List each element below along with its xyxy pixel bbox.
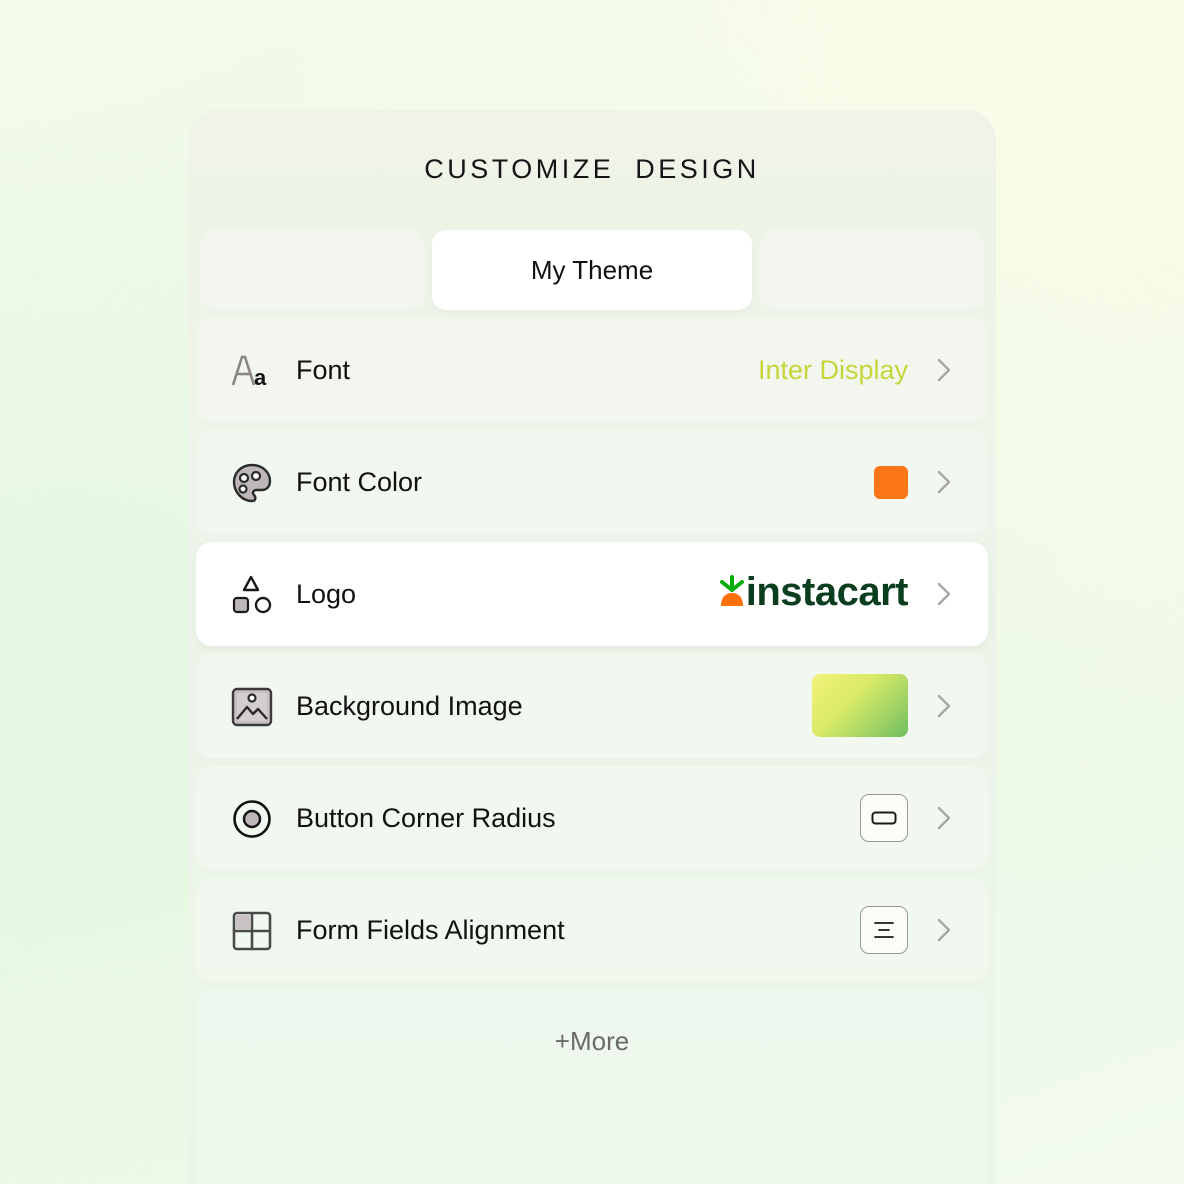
image-icon	[230, 686, 274, 728]
tab-label: My Theme	[530, 254, 654, 285]
setting-label: Button Corner Radius	[296, 803, 556, 833]
setting-label: Font Color	[296, 467, 423, 497]
corner-radius-preview[interactable]	[860, 794, 908, 842]
setting-label: Background Image	[296, 691, 523, 721]
page-title: CUSTOMIZE DESIGN	[424, 154, 760, 184]
setting-row-font-color[interactable]: Font Color	[196, 430, 988, 534]
chevron-right-icon	[932, 805, 954, 831]
carrot-icon	[719, 575, 744, 606]
setting-row-font[interactable]: a Font Inter Display	[196, 318, 988, 422]
setting-label: Form Fields Alignment	[296, 915, 565, 945]
rounded-rect-icon	[871, 811, 897, 825]
background-image-thumbnail[interactable]	[812, 674, 908, 737]
chevron-right-icon	[932, 581, 954, 607]
chevron-right-icon	[932, 357, 954, 383]
svg-text:a: a	[254, 365, 267, 388]
radio-target-icon	[230, 798, 274, 840]
tab-right[interactable]	[760, 230, 984, 310]
setting-label: Font	[296, 355, 351, 385]
instacart-logo: instacart	[718, 570, 909, 614]
logo-text: instacart	[745, 570, 909, 614]
font-icon: a	[230, 350, 274, 392]
font-color-swatch[interactable]	[874, 466, 908, 499]
chevron-right-icon	[932, 917, 954, 943]
tab-left[interactable]	[200, 230, 424, 310]
align-center-icon	[874, 922, 894, 938]
setting-row-form-fields-alignment[interactable]: Form Fields Alignment	[196, 878, 988, 982]
font-value: Inter Display	[757, 355, 908, 385]
shapes-icon	[230, 574, 274, 616]
chevron-right-icon	[932, 469, 954, 495]
setting-label: Logo	[296, 579, 357, 609]
tab-my-theme[interactable]: My Theme	[432, 230, 752, 310]
more-label: +More	[554, 1026, 630, 1056]
setting-row-background-image[interactable]: Background Image	[196, 654, 988, 758]
grid-icon	[230, 910, 274, 952]
chevron-right-icon	[932, 693, 954, 719]
palette-icon	[230, 462, 274, 504]
setting-row-logo[interactable]: Logo instacart	[196, 542, 988, 646]
alignment-preview[interactable]	[860, 906, 908, 954]
setting-row-button-corner-radius[interactable]: Button Corner Radius	[196, 766, 988, 870]
more-button[interactable]: +More	[196, 990, 988, 1184]
